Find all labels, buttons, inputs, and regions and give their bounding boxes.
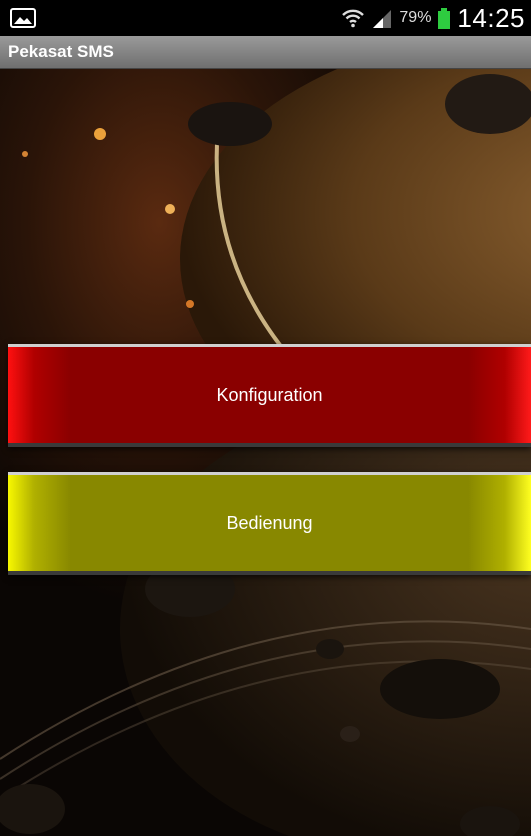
- action-bar: Pekasat SMS: [0, 36, 531, 69]
- battery-percent: 79%: [399, 9, 432, 26]
- bedienung-button[interactable]: Bedienung: [8, 472, 531, 575]
- image-notification-icon: [10, 8, 36, 28]
- wifi-icon: [342, 9, 365, 28]
- app-title: Pekasat SMS: [8, 42, 114, 61]
- konfiguration-button[interactable]: Konfiguration: [8, 344, 531, 447]
- bedienung-button-label: Bedienung: [226, 512, 313, 533]
- konfiguration-button-label: Konfiguration: [216, 384, 323, 405]
- main-content: Konfiguration Bedienung: [0, 69, 531, 836]
- space-background-image: [0, 69, 531, 836]
- status-bar: 79% 14:25: [0, 0, 531, 36]
- signal-icon: [373, 10, 392, 28]
- battery-icon: [438, 8, 451, 29]
- clock: 14:25: [457, 2, 525, 33]
